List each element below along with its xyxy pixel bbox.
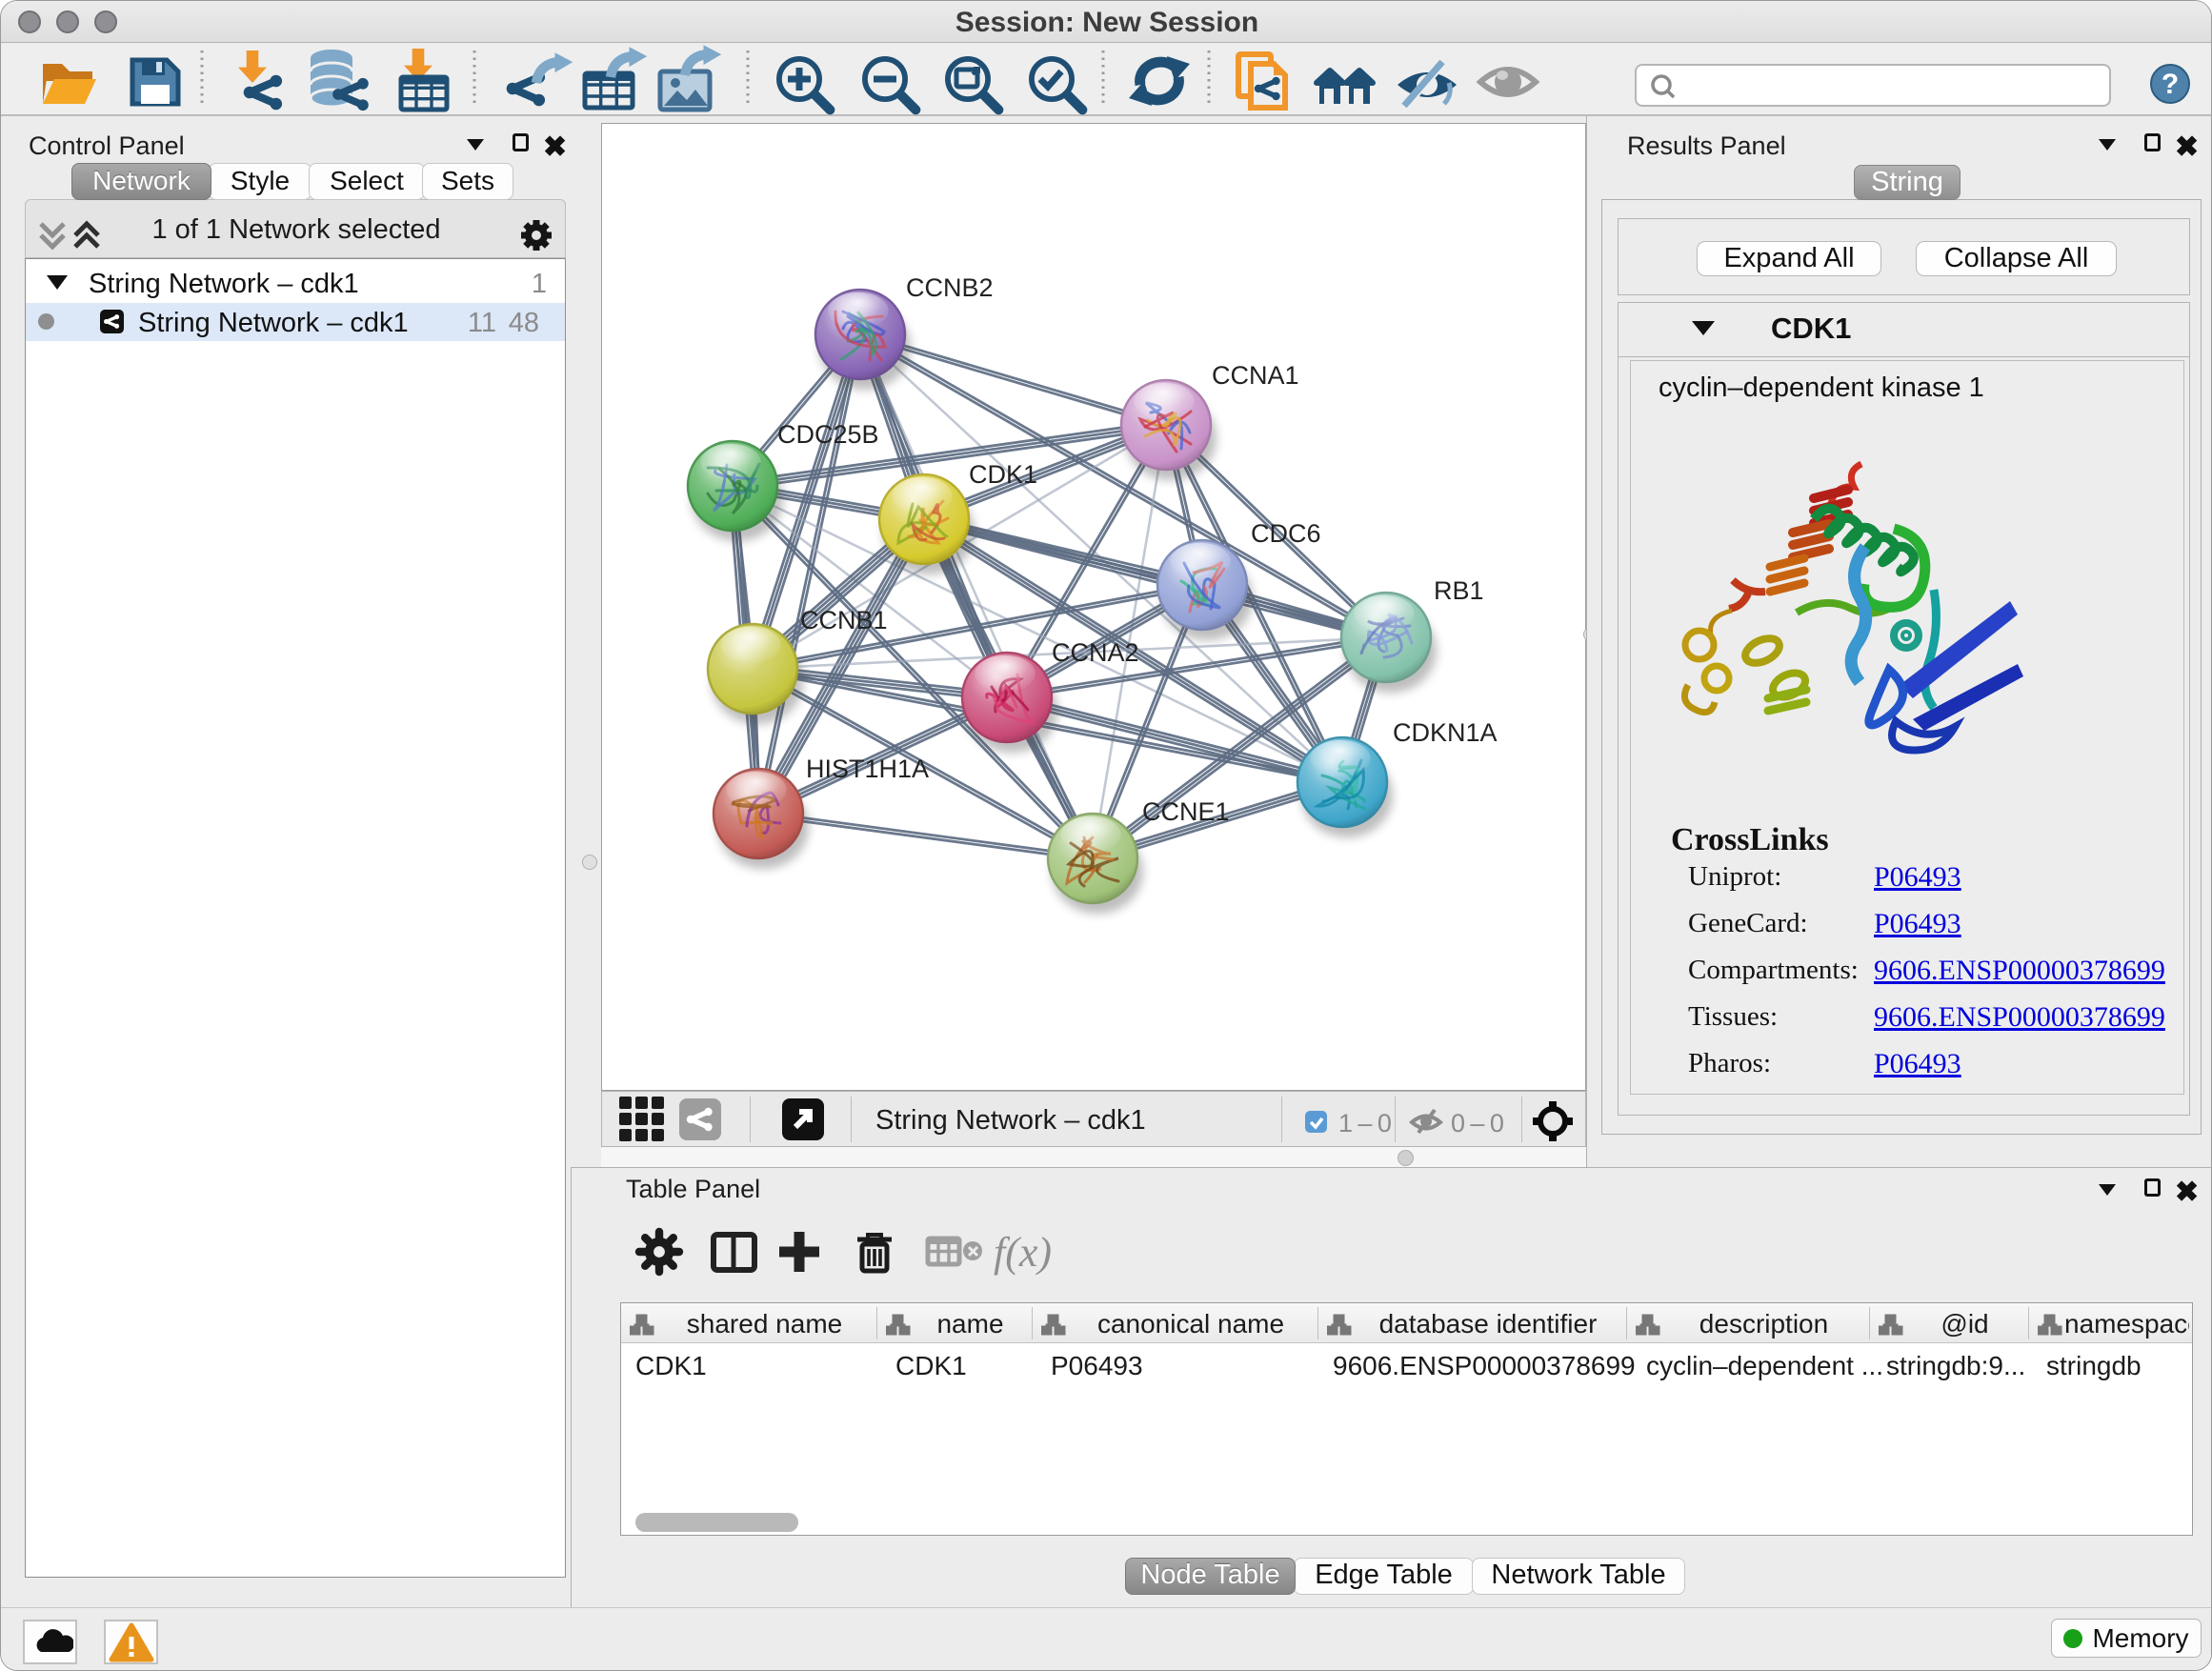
svg-text:CDKN1A: CDKN1A <box>1393 718 1498 747</box>
svg-text:RB1: RB1 <box>1434 576 1484 605</box>
svg-text:CCNA2: CCNA2 <box>1052 638 1139 667</box>
svg-text:CDC6: CDC6 <box>1251 519 1321 548</box>
svg-text:HIST1H1A: HIST1H1A <box>806 755 929 783</box>
svg-text:CCNB1: CCNB1 <box>800 606 888 634</box>
svg-text:CCNE1: CCNE1 <box>1142 797 1230 826</box>
svg-text:CDC25B: CDC25B <box>777 420 879 449</box>
svg-text:CCNB2: CCNB2 <box>906 273 994 302</box>
svg-text:CDK1: CDK1 <box>969 460 1037 489</box>
svg-text:CCNA1: CCNA1 <box>1212 361 1299 390</box>
